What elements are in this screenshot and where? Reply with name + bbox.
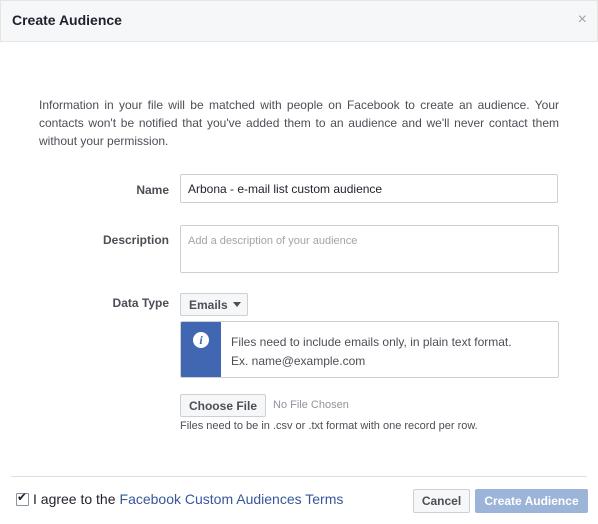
choose-file-button[interactable]: Choose File: [180, 394, 266, 417]
create-audience-dialog: Create Audience × Information in your fi…: [0, 0, 598, 524]
info-box: i Files need to include emails only, in …: [180, 321, 559, 378]
agree-text: I agree to the: [33, 491, 116, 507]
dialog-header: Create Audience ×: [0, 0, 598, 42]
data-type-label: Data Type: [112, 296, 169, 310]
info-strip: i: [181, 322, 221, 377]
data-type-selected: Emails: [189, 297, 228, 312]
agree-row: ✔ I agree to the Facebook Custom Audienc…: [16, 489, 344, 507]
checkmark-icon: ✔: [17, 489, 28, 504]
create-audience-button[interactable]: Create Audience: [475, 489, 588, 513]
file-status: No File Chosen: [273, 399, 349, 411]
terms-link[interactable]: Facebook Custom Audiences Terms: [120, 491, 344, 507]
data-type-dropdown[interactable]: Emails: [180, 293, 248, 316]
intro-text: Information in your file will be matched…: [39, 98, 559, 148]
description-input[interactable]: [180, 225, 559, 273]
name-input[interactable]: [180, 174, 558, 203]
description-label: Description: [102, 233, 169, 247]
dialog-title: Create Audience: [12, 12, 122, 28]
close-icon[interactable]: ×: [578, 11, 587, 29]
name-label: Name: [136, 183, 169, 197]
info-icon: i: [193, 332, 209, 348]
cancel-button[interactable]: Cancel: [413, 489, 470, 513]
caret-down-icon: [232, 302, 241, 307]
info-line-2: Ex. name@example.com: [231, 354, 366, 368]
info-line-1: Files need to include emails only, in pl…: [231, 335, 512, 349]
footer-divider: [11, 476, 587, 477]
file-format-hint: Files need to be in .csv or .txt format …: [180, 420, 478, 432]
agree-checkbox[interactable]: ✔: [16, 489, 29, 506]
